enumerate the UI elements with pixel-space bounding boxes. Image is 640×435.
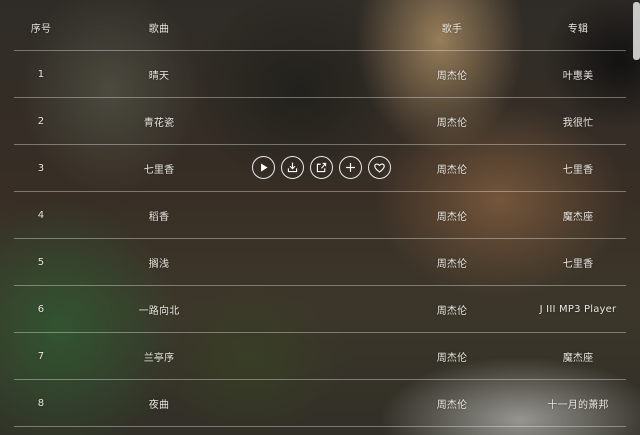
song-singer[interactable]: 周杰伦 [419, 145, 485, 191]
song-list-table: 序号 歌曲 歌手 专辑 1 晴天 周杰伦 叶惠美 2 青花瓷 周杰伦 我很忙 3… [14, 4, 626, 427]
song-singer[interactable]: 周杰伦 [419, 239, 485, 285]
table-header: 序号 歌曲 歌手 专辑 [14, 4, 626, 51]
song-singer[interactable]: 周杰伦 [419, 51, 485, 97]
song-number: 5 [37, 256, 45, 268]
add-icon [346, 163, 355, 172]
song-number: 3 [37, 162, 45, 174]
add-to-playlist-button[interactable] [339, 156, 362, 179]
download-icon [287, 162, 298, 173]
header-album: 专辑 [567, 23, 589, 35]
heart-icon [374, 163, 385, 173]
song-album[interactable]: 魔杰座 [514, 192, 640, 238]
song-title[interactable]: 兰亭序 [106, 333, 212, 379]
song-number: 4 [37, 209, 45, 221]
song-row[interactable]: 7 兰亭序 周杰伦 魔杰座 [14, 333, 626, 380]
song-number: 8 [37, 397, 45, 409]
song-album[interactable]: 七里香 [514, 145, 640, 191]
favorite-button[interactable] [368, 156, 391, 179]
header-singer: 歌手 [441, 23, 463, 35]
song-number: 7 [37, 350, 45, 362]
play-icon [261, 163, 268, 172]
song-row[interactable]: 5 搁浅 周杰伦 七里香 [14, 239, 626, 286]
header-song: 歌曲 [148, 23, 170, 35]
song-title[interactable]: 晴天 [106, 51, 212, 97]
song-title[interactable]: 七里香 [106, 145, 212, 191]
song-singer[interactable]: 周杰伦 [419, 333, 485, 379]
song-row-hovered[interactable]: 3 七里香 周杰伦 七里香 [14, 145, 626, 192]
song-row[interactable]: 4 稻香 周杰伦 魔杰座 [14, 192, 626, 239]
song-album[interactable]: 十一月的萧邦 [514, 380, 640, 426]
song-number: 6 [37, 303, 45, 315]
song-singer[interactable]: 周杰伦 [419, 380, 485, 426]
scrollbar-thumb[interactable] [633, 2, 640, 60]
song-singer[interactable]: 周杰伦 [419, 192, 485, 238]
song-title[interactable]: 夜曲 [106, 380, 212, 426]
song-title[interactable]: 一路向北 [106, 286, 212, 332]
song-row[interactable]: 8 夜曲 周杰伦 十一月的萧邦 [14, 380, 626, 427]
song-title[interactable]: 稻香 [106, 192, 212, 238]
song-title[interactable]: 青花瓷 [106, 98, 212, 144]
song-singer[interactable]: 周杰伦 [419, 98, 485, 144]
song-album[interactable]: 七里香 [514, 239, 640, 285]
song-album[interactable]: 我很忙 [514, 98, 640, 144]
share-button[interactable] [310, 156, 333, 179]
song-singer[interactable]: 周杰伦 [419, 286, 485, 332]
song-row[interactable]: 1 晴天 周杰伦 叶惠美 [14, 51, 626, 98]
header-number: 序号 [30, 23, 52, 35]
song-album[interactable]: J III MP3 Player [514, 286, 640, 332]
song-number: 2 [37, 115, 45, 127]
song-album[interactable]: 魔杰座 [514, 333, 640, 379]
row-action-buttons [252, 156, 391, 179]
song-title[interactable]: 搁浅 [106, 239, 212, 285]
play-button[interactable] [252, 156, 275, 179]
song-number: 1 [37, 68, 45, 80]
share-icon [316, 162, 327, 173]
download-button[interactable] [281, 156, 304, 179]
song-row[interactable]: 6 一路向北 周杰伦 J III MP3 Player [14, 286, 626, 333]
song-album[interactable]: 叶惠美 [514, 51, 640, 97]
song-row[interactable]: 2 青花瓷 周杰伦 我很忙 [14, 98, 626, 145]
